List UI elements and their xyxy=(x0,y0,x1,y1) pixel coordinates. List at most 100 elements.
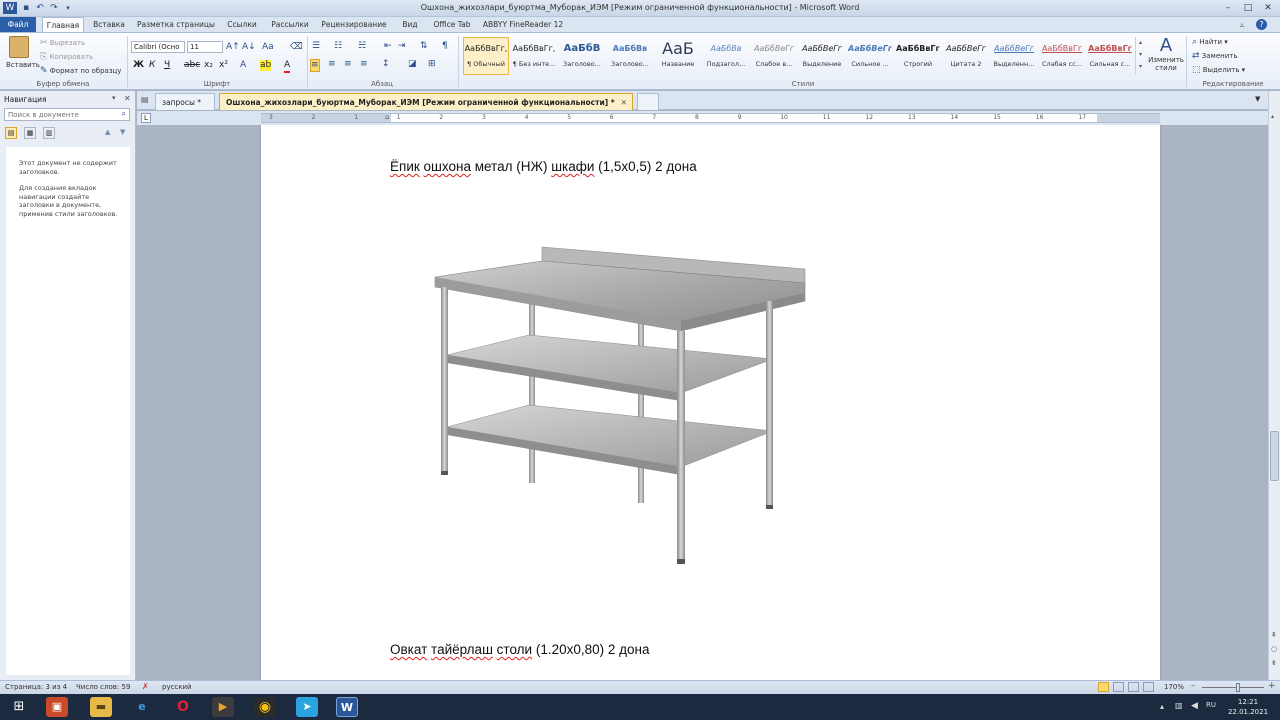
tab-abbyy[interactable]: ABBYY FineReader 12 xyxy=(480,17,566,32)
increase-indent-icon[interactable]: ⇥ xyxy=(398,41,406,52)
zoom-out-icon[interactable]: – xyxy=(1191,681,1196,691)
ie-icon[interactable]: e xyxy=(131,697,153,717)
styles-scroll[interactable]: ▴ ▾ ▾ xyxy=(1135,37,1145,75)
tab-close-icon[interactable]: ✕ xyxy=(621,94,627,111)
doc-tab-zaprosy[interactable]: запросы * xyxy=(155,93,215,110)
chrome-icon[interactable]: ◉ xyxy=(254,697,276,717)
strikethrough-icon[interactable]: abc xyxy=(184,60,200,71)
collapse-ribbon-icon[interactable]: ▵ xyxy=(1240,20,1244,29)
replace-button[interactable]: ⇄ Заменить xyxy=(1192,51,1237,62)
underline-icon[interactable]: Ч xyxy=(164,60,170,71)
font-color-icon[interactable]: A xyxy=(284,60,291,73)
word-taskbar-icon[interactable]: W xyxy=(336,697,358,717)
misspelled-word[interactable]: тайёрлаш xyxy=(431,642,493,657)
subscript-icon[interactable]: x₂ xyxy=(204,60,213,71)
align-left-icon[interactable]: ≡ xyxy=(310,59,320,72)
reading-view-icon[interactable] xyxy=(1113,682,1124,692)
minimize-icon[interactable]: – xyxy=(1219,2,1237,14)
close-icon[interactable]: ✕ xyxy=(1259,2,1277,14)
print-layout-icon[interactable] xyxy=(1098,682,1109,692)
highlight-icon[interactable]: ab xyxy=(260,60,272,71)
ruler-toggle-icon[interactable]: ▴ xyxy=(1271,113,1274,120)
decrease-indent-icon[interactable]: ⇤ xyxy=(384,41,392,52)
explorer-icon[interactable]: ▬ xyxy=(90,697,112,717)
steel-table-image[interactable] xyxy=(411,235,811,585)
shrink-font-icon[interactable]: A↓ xyxy=(242,42,256,53)
grow-font-icon[interactable]: A↑ xyxy=(226,42,240,53)
style-heading2[interactable]: АаБбВв Заголово... xyxy=(607,37,653,75)
clear-format-icon[interactable]: ⌫ xyxy=(290,42,303,53)
show-marks-icon[interactable]: ¶ xyxy=(442,41,448,52)
style-heading1[interactable]: АаБбВ Заголово... xyxy=(559,37,605,75)
browse-object-icon[interactable]: ○ xyxy=(1271,645,1277,653)
zoom-level[interactable]: 170% xyxy=(1164,683,1184,691)
nav-search-input[interactable] xyxy=(5,109,109,120)
misspelled-word[interactable]: шкафи xyxy=(551,159,594,174)
app-icon[interactable]: ▣ xyxy=(46,697,68,717)
zoom-slider-thumb[interactable] xyxy=(1236,683,1240,692)
line-spacing-icon[interactable]: ↕ xyxy=(382,59,390,70)
style-subtle-emphasis[interactable]: АаБбВеГг Слабое в... xyxy=(751,37,797,75)
tray-chevron-icon[interactable]: ▴ xyxy=(1160,702,1164,711)
style-normal[interactable]: АаБбВвГг, ¶ Обычный xyxy=(463,37,509,75)
nav-search-box[interactable]: ⌕ xyxy=(4,108,130,121)
word-count[interactable]: Число слов: 59 xyxy=(76,683,130,691)
zoom-slider[interactable] xyxy=(1202,687,1264,688)
language-indicator[interactable]: русский xyxy=(162,683,192,691)
tab-home[interactable]: Главная xyxy=(42,17,84,32)
style-subtle-reference[interactable]: АаБбВвГг Слабая сс... xyxy=(1039,37,1085,75)
misspelled-word[interactable]: столи xyxy=(497,642,532,657)
bullets-icon[interactable]: ☰ xyxy=(312,41,320,52)
shading-icon[interactable]: ◪ xyxy=(408,59,417,70)
scroll-thumb[interactable] xyxy=(1270,431,1279,481)
tabs-menu-icon[interactable]: ▼ xyxy=(1255,95,1260,103)
style-no-spacing[interactable]: АаБбВвГг, ¶ Без инте... xyxy=(511,37,557,75)
new-tab-button[interactable] xyxy=(637,93,659,110)
volume-icon[interactable]: ◀ xyxy=(1191,701,1198,711)
style-intense-emphasis[interactable]: АаБбВеГг Сильное ... xyxy=(847,37,893,75)
tab-view[interactable]: Вид xyxy=(396,17,424,32)
doc-line-2[interactable]: Овкат тайёрлаш столи (1.20х0,80) 2 дона xyxy=(390,642,650,657)
style-emphasis[interactable]: АаБбВеГг Выделение xyxy=(799,37,845,75)
nav-results-view-icon[interactable]: ▥ xyxy=(43,127,55,139)
format-painter-button[interactable]: ✎ Формат по образцу xyxy=(40,66,121,77)
style-title[interactable]: АаБ Название xyxy=(655,37,701,75)
clock[interactable]: 12:21 22.01.2021 xyxy=(1226,697,1270,717)
multilevel-list-icon[interactable]: ☵ xyxy=(358,41,366,52)
nav-pages-view-icon[interactable]: ▦ xyxy=(24,127,36,139)
web-layout-icon[interactable] xyxy=(1128,682,1139,692)
language-icon[interactable]: RU xyxy=(1206,701,1216,709)
indent-marker-icon[interactable]: ⌂ xyxy=(385,113,389,121)
page-indicator[interactable]: Страница: 3 из 4 xyxy=(5,683,67,691)
tab-review[interactable]: Рецензирование xyxy=(318,17,390,32)
misspelled-word[interactable]: Овкат xyxy=(390,642,427,657)
style-intense-quote[interactable]: АаБбВеГг Выделенн... xyxy=(991,37,1037,75)
change-styles-button[interactable]: A Изменить стили xyxy=(1148,36,1184,73)
style-strong[interactable]: АаБбВвГг, Строгий xyxy=(895,37,941,75)
telegram-icon[interactable]: ➤ xyxy=(296,697,318,717)
nav-close-icon[interactable]: ✕ xyxy=(124,94,131,103)
paste-button[interactable]: Вставить xyxy=(6,36,40,69)
misspelled-word[interactable]: ошхона xyxy=(424,159,471,174)
find-button[interactable]: ⌕ Найти ▾ xyxy=(1192,37,1228,48)
style-intense-reference[interactable]: АаБбВвГг Сильная с... xyxy=(1087,37,1133,75)
network-icon[interactable]: ▥ xyxy=(1175,701,1183,710)
nav-prev-icon[interactable]: ▲ xyxy=(105,128,110,136)
start-icon[interactable]: ⊞ xyxy=(8,697,30,717)
document-page[interactable]: Ёпик ошхона метал (НЖ) шкафи (1,5х0,5) 2… xyxy=(261,125,1160,680)
nav-menu-icon[interactable]: ▾ xyxy=(112,94,116,102)
tab-references[interactable]: Ссылки xyxy=(222,17,262,32)
maximize-icon[interactable]: □ xyxy=(1239,2,1257,14)
cut-button[interactable]: ✂ Вырезать xyxy=(40,38,85,49)
align-right-icon[interactable]: ≡ xyxy=(344,59,352,70)
change-case-icon[interactable]: Aa xyxy=(262,42,274,53)
justify-icon[interactable]: ≡ xyxy=(360,59,368,70)
select-button[interactable]: ⬚ Выделить ▾ xyxy=(1192,65,1245,76)
tab-mailings[interactable]: Рассылки xyxy=(266,17,314,32)
copy-button[interactable]: ⎘ Копировать xyxy=(40,52,93,63)
borders-icon[interactable]: ⊞ xyxy=(428,59,436,70)
misspelled-word[interactable]: Ёпик xyxy=(390,159,420,174)
style-quote2[interactable]: АаБбВеГг Цитата 2 xyxy=(943,37,989,75)
superscript-icon[interactable]: x² xyxy=(219,60,228,71)
bold-icon[interactable]: Ж xyxy=(133,60,144,71)
